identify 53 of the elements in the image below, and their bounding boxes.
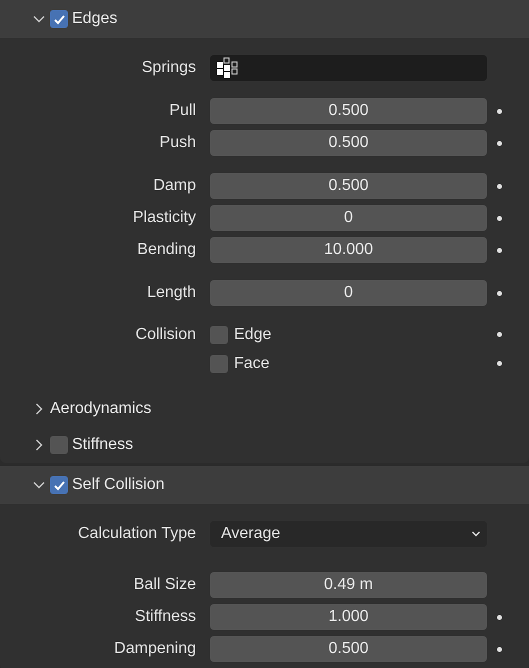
subpanel-header[interactable]: Stiffness: [0, 427, 529, 463]
subpanel-header[interactable]: Aerodynamics: [0, 391, 529, 427]
number-field[interactable]: 0.500: [210, 173, 487, 199]
checkbox-label[interactable]: Face: [234, 354, 270, 372]
dropdown-value: Average: [221, 525, 280, 543]
number-field[interactable]: 0.49 m: [210, 572, 487, 598]
panel-header[interactable]: Edges: [0, 0, 529, 38]
number-field[interactable]: 0.500: [210, 636, 487, 662]
number-field[interactable]: 0: [210, 280, 487, 306]
field-label: Dampening: [114, 640, 196, 658]
checkbox-label[interactable]: Edge: [234, 326, 272, 344]
checkbox[interactable]: [50, 436, 68, 454]
panel-title: Self Collision: [72, 476, 164, 494]
checkmark-icon: [52, 12, 66, 26]
keyframe-dot[interactable]: [497, 614, 502, 620]
field-label: Length: [147, 284, 196, 302]
keyframe-dot[interactable]: [497, 216, 502, 220]
field-label: Collision: [136, 326, 196, 344]
number-field[interactable]: 10.000: [210, 237, 487, 263]
subpanel-title: Aerodynamics: [50, 400, 152, 418]
number-field[interactable]: 0.500: [210, 98, 487, 124]
checkbox[interactable]: [210, 354, 228, 372]
keyframe-dot[interactable]: [497, 184, 502, 188]
keyframe-dot[interactable]: [497, 290, 502, 296]
keyframe-dot[interactable]: [497, 646, 502, 652]
field-label: Push: [160, 134, 196, 152]
field-label: Pull: [169, 102, 196, 120]
dropdown[interactable]: Average: [210, 521, 487, 547]
number-field[interactable]: 0.500: [210, 130, 487, 156]
number-field[interactable]: 0: [210, 205, 487, 231]
search-field[interactable]: [210, 55, 487, 81]
checkbox[interactable]: [50, 10, 68, 28]
keyframe-dot[interactable]: [497, 108, 502, 114]
keyframe-dot[interactable]: [497, 332, 502, 337]
field-label: Springs: [142, 59, 196, 77]
field-label: Plasticity: [132, 209, 196, 227]
checkbox[interactable]: [50, 476, 68, 494]
vertex-group-icon: [216, 57, 238, 79]
field-label: Ball Size: [134, 576, 196, 594]
field-label: Calculation Type: [78, 525, 196, 543]
checkbox[interactable]: [210, 326, 228, 344]
field-label: Bending: [137, 241, 196, 259]
keyframe-dot[interactable]: [497, 140, 502, 146]
panel-header[interactable]: Self Collision: [0, 466, 529, 504]
keyframe-dot[interactable]: [497, 248, 502, 252]
subpanel-title: Stiffness: [72, 436, 134, 454]
field-label: Stiffness: [134, 608, 196, 626]
keyframe-dot[interactable]: [497, 361, 502, 366]
checkmark-icon: [52, 478, 66, 492]
number-field[interactable]: 1.000: [210, 604, 487, 630]
chevron-down-icon: [471, 529, 481, 539]
field-label: Damp: [153, 177, 196, 195]
panel-title: Edges: [72, 10, 118, 28]
